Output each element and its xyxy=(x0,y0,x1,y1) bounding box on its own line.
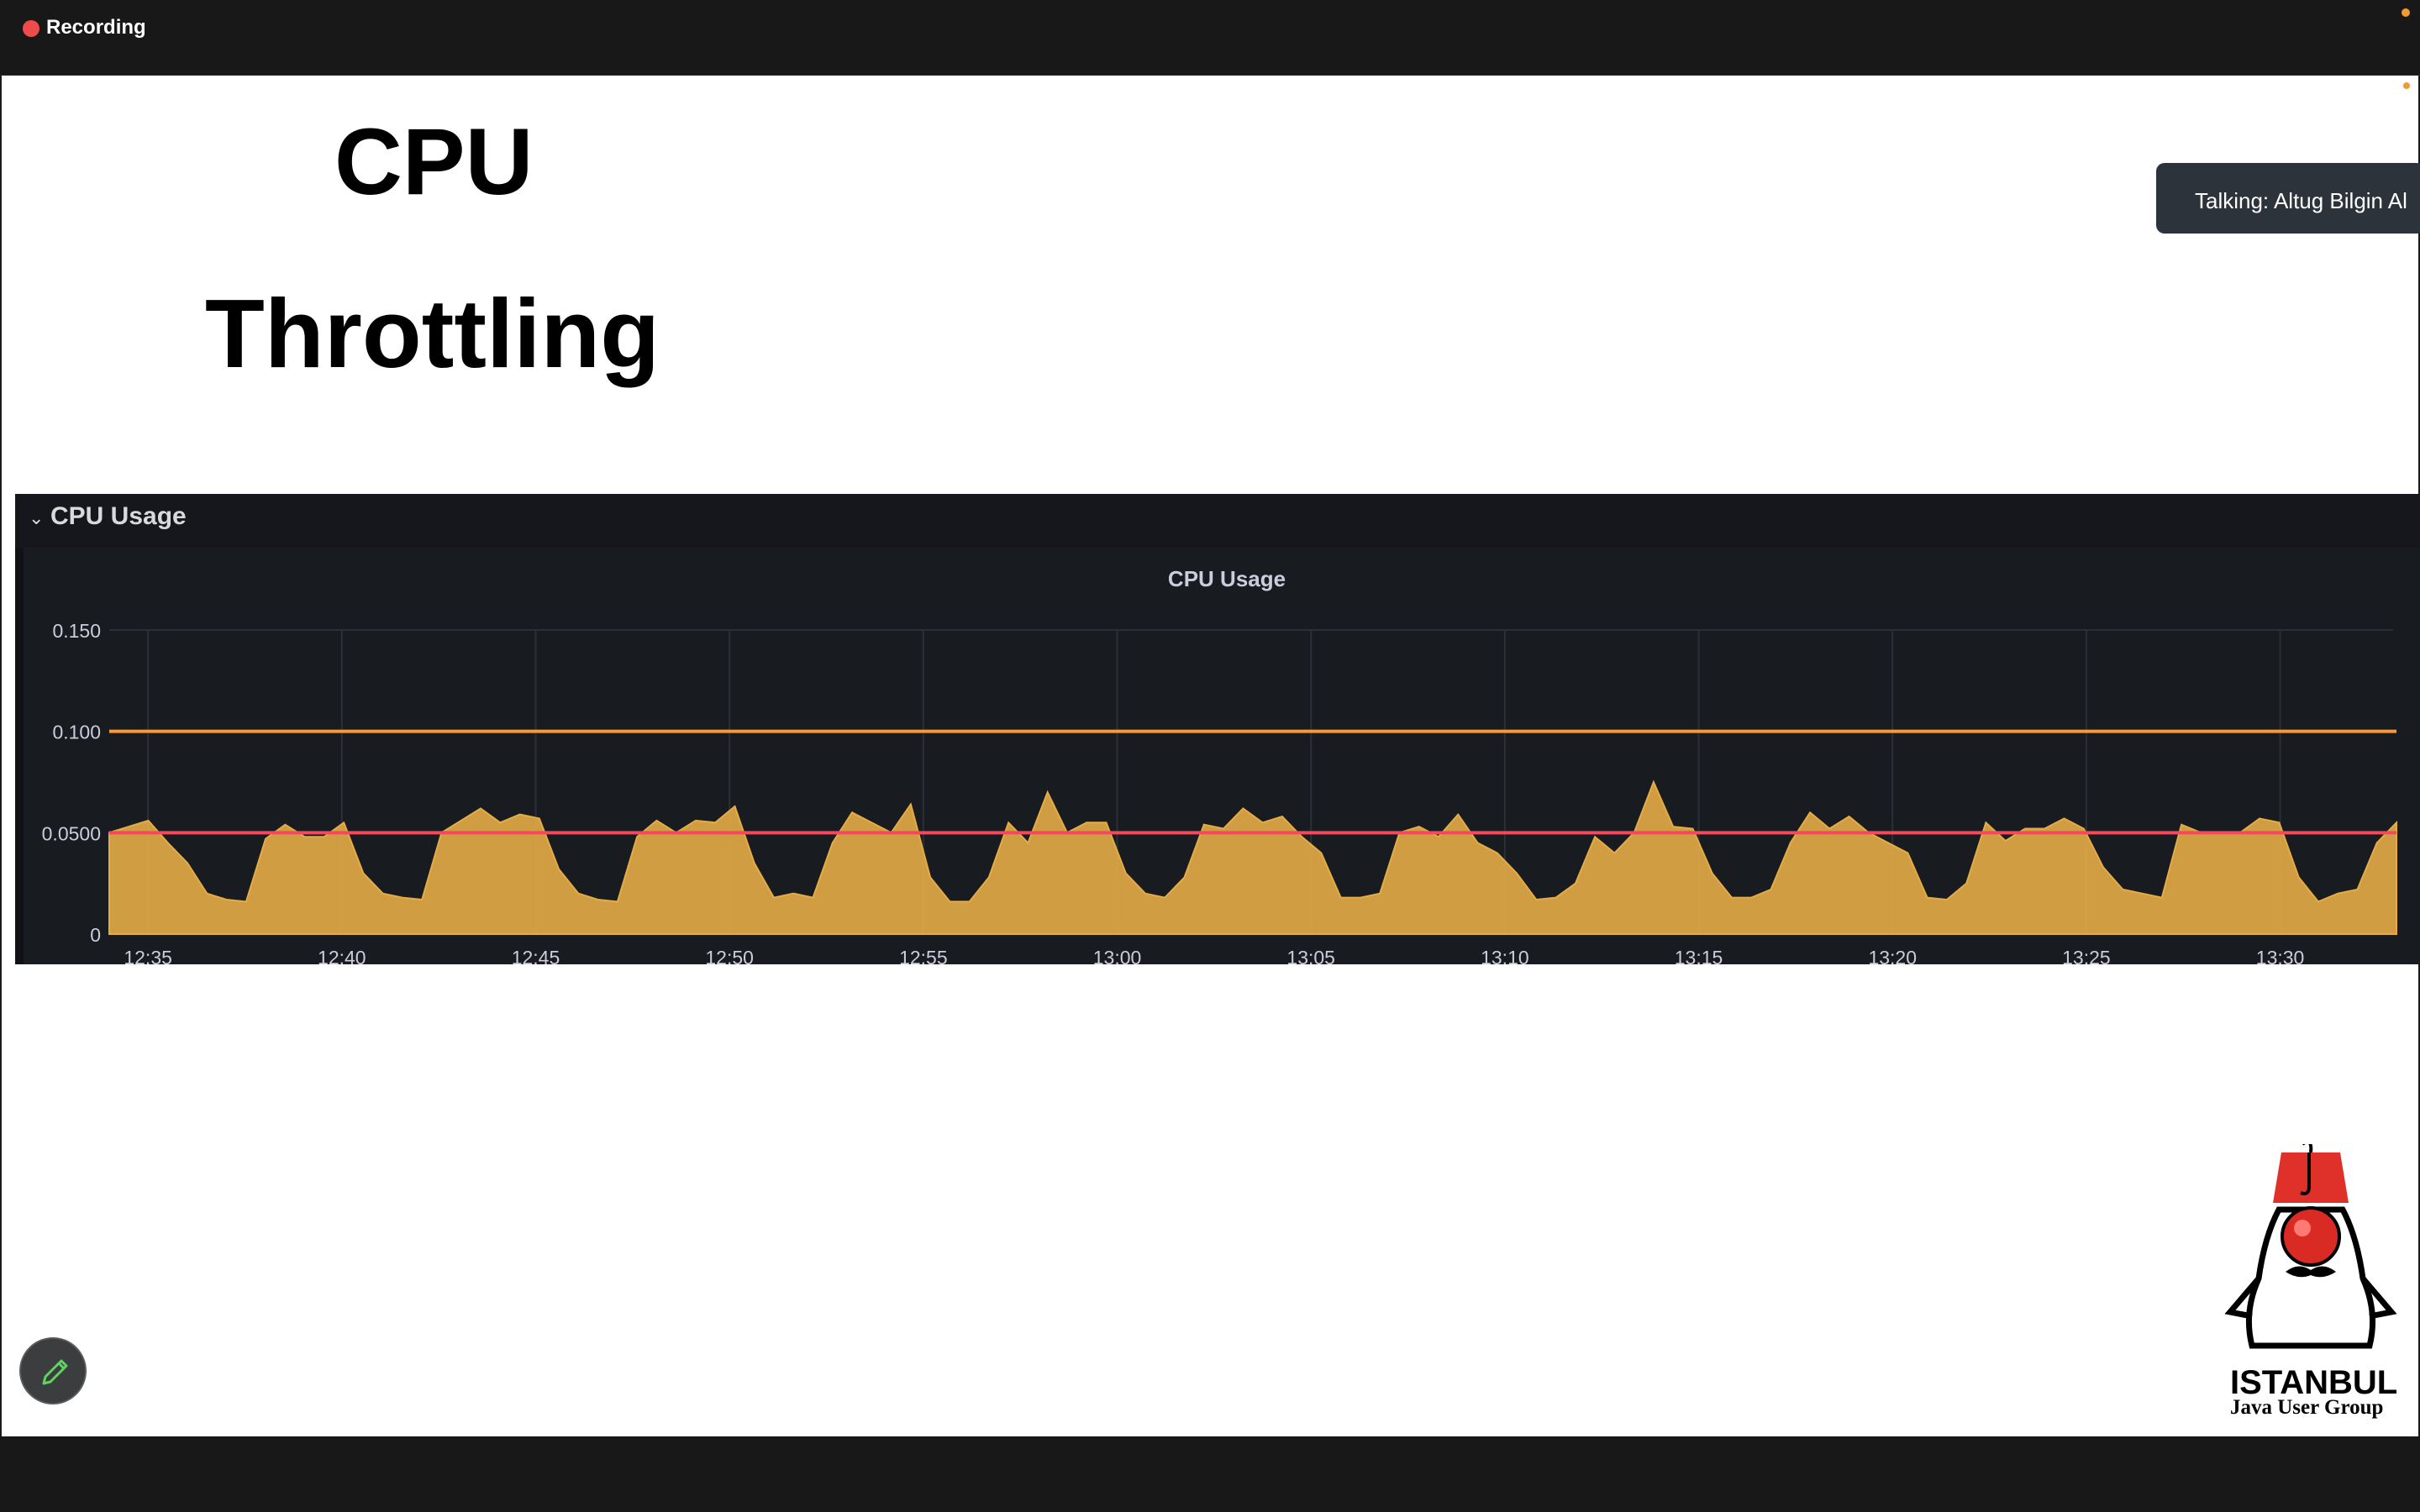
chart-container: CPU Usage 0 0.0500 0.100 0.150 12:35 12:40 12:4… xyxy=(24,548,2420,964)
y-tick-label: 0.0500 xyxy=(42,822,101,844)
bottom-bar xyxy=(0,1436,2420,1512)
cpu-usage-panel: ⌄ CPU Usage CPU Usage 0 0.0500 0.100 0.150 12… xyxy=(15,494,2420,964)
x-tick-label: 13:20 xyxy=(1868,947,1917,964)
mic-indicator-icon xyxy=(2402,8,2410,17)
cpu-usage-chart: CPU Usage 0 0.0500 0.100 0.150 12:35 12:40 12:4… xyxy=(42,566,2397,964)
recording-bar: Recording xyxy=(0,0,2420,76)
x-tick-label: 12:45 xyxy=(512,947,560,964)
x-tick-label: 13:00 xyxy=(1093,947,1142,964)
chart-title: CPU Usage xyxy=(1168,566,1286,591)
talking-indicator: Talking: Altug Bilgin Al xyxy=(2156,163,2420,234)
x-tick-label: 12:40 xyxy=(318,947,366,964)
y-tick-label: 0 xyxy=(90,924,101,946)
chevron-down-icon[interactable]: ⌄ xyxy=(29,507,44,529)
window-border-left xyxy=(0,0,2,1512)
consul-area xyxy=(108,780,2397,935)
logo-text-jug: Java User Group xyxy=(2230,1396,2384,1419)
x-tick-label: 13:25 xyxy=(2062,947,2111,964)
slide-title-line-2: Throttling xyxy=(205,279,660,388)
x-tick-label: 13:15 xyxy=(1675,947,1723,964)
x-tick-label: 12:55 xyxy=(899,947,948,964)
panel-title: CPU Usage xyxy=(50,502,187,530)
x-tick-label: 13:10 xyxy=(1481,947,1529,964)
recording-dot-icon xyxy=(23,20,39,37)
x-tick-label: 13:05 xyxy=(1286,947,1335,964)
x-tick-label: 13:30 xyxy=(2256,947,2305,964)
y-tick-label: 0.150 xyxy=(52,620,101,642)
x-tick-label: 12:50 xyxy=(705,947,754,964)
y-tick-label: 0.100 xyxy=(52,722,101,743)
panel-header[interactable]: ⌄ CPU Usage xyxy=(15,494,2420,548)
slide-title-line-1: CPU xyxy=(334,109,534,214)
pencil-icon xyxy=(42,1359,68,1385)
recording-label: Recording xyxy=(46,16,146,39)
x-tick-label: 12:35 xyxy=(124,947,172,964)
camera-indicator-icon xyxy=(2403,82,2410,89)
annotate-button[interactable] xyxy=(19,1337,87,1404)
